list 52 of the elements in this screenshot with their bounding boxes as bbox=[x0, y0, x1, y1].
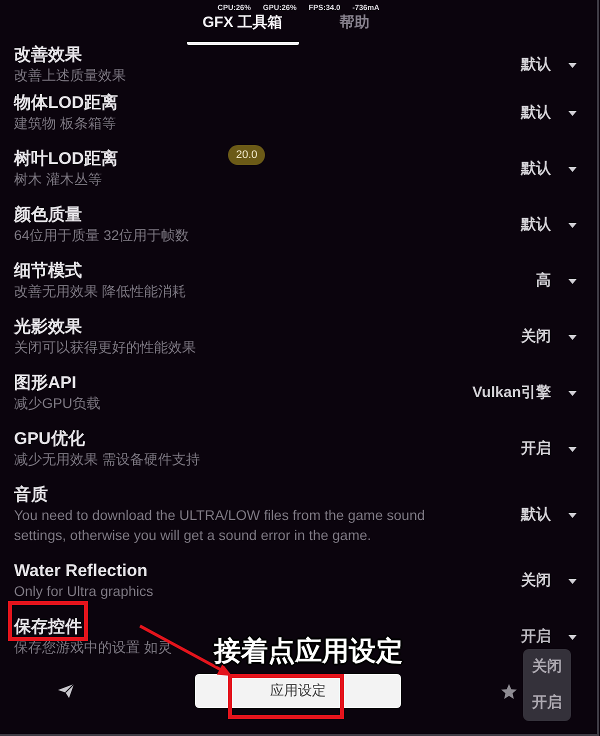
star-icon[interactable] bbox=[501, 684, 517, 698]
caret-icon bbox=[568, 110, 577, 116]
setting-title: Water Reflection bbox=[14, 561, 148, 581]
value-dropdown[interactable]: 默认 bbox=[521, 104, 577, 122]
annotation-caption: 接着点应用设定 bbox=[214, 636, 403, 666]
caret-icon bbox=[568, 578, 577, 584]
setting-description: 改善上述质量效果 bbox=[14, 66, 126, 85]
setting-description: 64位用于质量 32位用于帧数 bbox=[14, 226, 190, 245]
value-dropdown[interactable]: 开启 bbox=[521, 628, 577, 646]
tab[interactable]: 帮助 bbox=[298, 14, 410, 45]
caret-icon bbox=[568, 166, 577, 172]
setting-title: 颜色质量 bbox=[14, 205, 82, 225]
setting-description: Only for Ultra graphics bbox=[14, 582, 154, 601]
value-dropdown[interactable]: 关闭 bbox=[521, 572, 577, 590]
caret-icon bbox=[568, 634, 577, 640]
value-dropdown[interactable]: 关闭 bbox=[521, 328, 577, 346]
setting-description: 改善无用效果 降低性能消耗 bbox=[14, 282, 186, 301]
setting-description: 关闭可以获得更好的性能效果 bbox=[14, 338, 196, 357]
caret-icon bbox=[568, 62, 577, 68]
caret-icon bbox=[568, 446, 577, 452]
caret-icon bbox=[568, 222, 577, 228]
setting-description: You need to download the ULTRA/LOW files from the game sound settings, otherwise you will get a sound error in the game. bbox=[14, 506, 426, 545]
setting-description: 树木 灌木丛等 bbox=[14, 170, 102, 189]
menu-item[interactable]: 关闭 bbox=[532, 658, 562, 676]
paper-plane-icon[interactable] bbox=[58, 684, 74, 698]
setting-description: 减少GPU负载 bbox=[14, 394, 100, 413]
value-dropdown[interactable]: 默认 bbox=[521, 160, 577, 178]
tab[interactable]: GFX 工具箱 bbox=[186, 14, 298, 45]
value-badge: 20.0 bbox=[228, 145, 266, 165]
setting-title: 树叶LOD距离 bbox=[14, 149, 118, 169]
setting-title: 改善效果 bbox=[14, 45, 82, 65]
value-dropdown[interactable]: 默认 bbox=[521, 506, 577, 524]
setting-description: 建筑物 板条箱等 bbox=[14, 114, 116, 133]
value-dropdown[interactable]: 开启 bbox=[521, 440, 577, 458]
value-dropdown[interactable]: 默认 bbox=[521, 216, 577, 234]
apply-button[interactable]: 应用设定 bbox=[195, 674, 401, 708]
value-dropdown[interactable]: 默认 bbox=[521, 56, 577, 74]
caret-icon bbox=[568, 512, 577, 518]
setting-title: 细节模式 bbox=[14, 261, 82, 281]
caret-icon bbox=[568, 334, 577, 340]
setting-title: 图形API bbox=[14, 373, 76, 393]
setting-title: 光影效果 bbox=[14, 317, 82, 337]
caret-icon bbox=[568, 278, 577, 284]
value-dropdown[interactable]: 高 bbox=[536, 272, 577, 290]
setting-title: GPU优化 bbox=[14, 429, 85, 449]
caret-icon bbox=[568, 390, 577, 396]
menu-item[interactable]: 开启 bbox=[532, 694, 562, 712]
setting-title: 保存控件 bbox=[14, 617, 82, 637]
value-dropdown[interactable]: Vulkan引擎 bbox=[472, 384, 577, 402]
setting-title: 物体LOD距离 bbox=[14, 93, 118, 113]
setting-description: 减少无用效果 需设备硬件支持 bbox=[14, 450, 200, 469]
setting-title: 音质 bbox=[14, 485, 48, 505]
